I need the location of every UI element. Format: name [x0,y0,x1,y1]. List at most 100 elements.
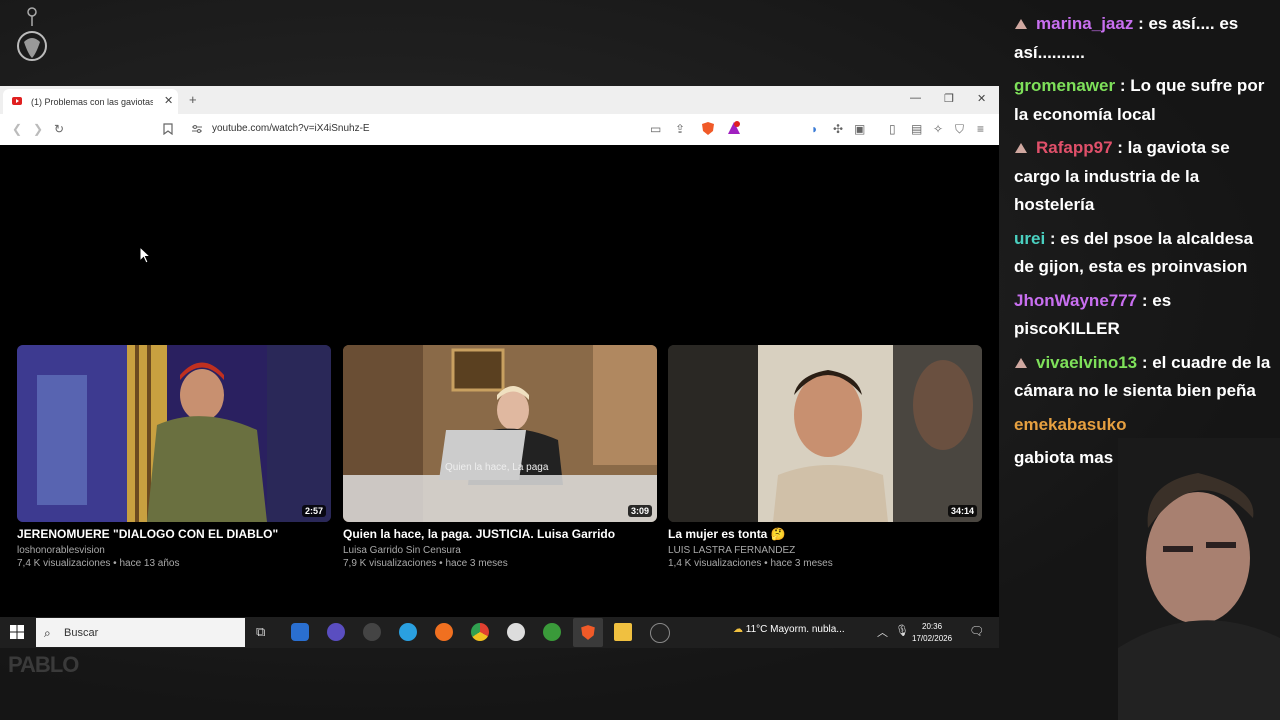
telegram-icon[interactable] [399,623,417,641]
cast-icon[interactable]: ▭ [650,122,661,136]
chat-app-icon[interactable] [327,623,345,641]
chat-message: gromenawer : Lo que sufre por la economí… [1014,72,1276,129]
tab-active[interactable]: (1) Problemas con las gaviotas - ✕ [3,89,178,114]
media-player-icon[interactable] [507,623,525,641]
chat-message: marina_jaaz : es así.... es así.........… [1014,10,1276,67]
brave-icon [581,625,595,640]
leo-ai-icon[interactable]: ✧ [933,122,943,136]
clock-date: 17/02/2026 [912,634,953,643]
chat-username[interactable]: Rafapp97 [1036,138,1113,157]
chat-message: emekabasuko [1014,411,1276,440]
thumbnail-image [668,345,982,522]
site-settings-icon[interactable] [191,124,203,134]
chrome-icon[interactable] [471,623,489,641]
restore-icon[interactable]: ❐ [944,92,954,105]
video-title[interactable]: La mujer es tonta 🤔 [668,527,982,541]
video-title[interactable]: Quien la hace, la paga. JUSTICIA. Luisa … [343,527,657,541]
chat-message: urei : es del psoe la alcaldesa de gijon… [1014,225,1276,282]
video-card[interactable]: 34:14 La mujer es tonta 🤔 LUIS LASTRA FE… [668,345,982,569]
video-title[interactable]: JERENOMUERE "DIALOGO CON EL DIABLO" [17,527,331,541]
firefox-icon[interactable] [435,623,453,641]
minimize-icon[interactable]: — [910,92,921,104]
weather-text: 11°C Mayorm. nubla... [745,624,845,635]
video-meta: 1,4 K visualizaciones • hace 3 meses [668,558,833,569]
channel-name[interactable]: loshonorablesvision [17,545,331,556]
notifications-icon[interactable]: 🗨 [969,624,984,638]
video-thumbnail[interactable]: Quien la hace, La paga 3:09 [343,345,657,522]
extensions-icon[interactable]: ✣ [833,122,843,136]
weather-cloud-icon: ☁ [733,624,743,635]
chat-username[interactable]: vivaelvino13 [1036,353,1137,372]
screenshot-icon[interactable]: ▣ [854,122,865,136]
video-card[interactable]: Quien la hace, La paga 3:09 Quien la hac… [343,345,657,569]
browser-toolbar: ❮ ❯ ↻ youtube.com/watch?v=iX4iSnuhz-E ▭ … [0,114,999,146]
taskbar-clock[interactable]: 20:36 17/02/2026 [912,621,952,645]
video-meta: 7,4 K visualizaciones • hace 13 años [17,558,180,569]
mouse-cursor-icon [139,246,151,264]
xbox-icon[interactable] [543,623,561,641]
duration-badge: 3:09 [627,505,652,517]
windows-start-icon[interactable] [10,625,24,639]
wallet-icon[interactable]: ▤ [911,122,922,136]
webcam-feed [1118,438,1280,720]
channel-name[interactable]: Luisa Garrido Sin Censura [343,545,657,556]
sidebar-icon[interactable]: ▯ [889,122,896,136]
video-card[interactable]: 2:57 JERENOMUERE "DIALOGO CON EL DIABLO"… [17,345,331,569]
search-icon: ⌕ [44,626,51,640]
clock-time: 20:36 [922,622,943,631]
forward-icon[interactable]: ❯ [33,122,43,136]
user-badge-icon [1015,143,1027,153]
windows-taskbar: ⌕ Buscar ⧉ ☁ 11°C Mayorm. nubla... ︿ 🎙 2… [0,617,999,648]
tab-bar: (1) Problemas con las gaviotas - ✕ + — ❐… [0,86,999,114]
audio-icon[interactable]: ◗ [811,122,818,136]
stream-overlay: (1) Problemas con las gaviotas - ✕ + — ❐… [0,0,1280,720]
chat-message: JhonWayne777 : es piscoKILLER [1014,287,1276,344]
tab-close-icon[interactable]: ✕ [164,94,173,107]
duration-badge: 34:14 [947,505,977,517]
video-thumbnail[interactable]: 2:57 [17,345,331,522]
brave-shields-icon[interactable] [701,121,715,136]
search-placeholder: Buscar [64,627,99,639]
duration-badge: 2:57 [301,505,326,517]
user-badge-icon [1015,19,1027,29]
chat-message: vivaelvino13 : el cuadre de la cámara no… [1014,349,1276,406]
thumbnail-image [17,345,331,522]
stream-logo-icon [17,7,47,61]
user-badge-icon [1015,357,1027,368]
share-icon[interactable]: ⇪ [675,122,685,136]
vpn-icon[interactable]: ⛉ [955,122,964,137]
chat-username[interactable]: JhonWayne777 [1014,291,1137,310]
youtube-icon [12,97,22,105]
obs-icon[interactable] [650,623,670,643]
brave-rewards-icon[interactable] [727,121,741,135]
address-bar[interactable]: youtube.com/watch?v=iX4iSnuhz-E [212,123,370,134]
back-icon[interactable]: ❮ [12,122,22,136]
chat-username[interactable]: gromenawer [1014,76,1115,95]
chat-text: : es del psoe la alcaldesa de gijon, est… [1014,228,1254,277]
settings-app-icon[interactable] [363,623,381,641]
window-close-icon[interactable]: ✕ [977,92,986,105]
youtube-page: 2:57 JERENOMUERE "DIALOGO CON EL DIABLO"… [0,145,999,617]
reload-icon[interactable]: ↻ [54,122,64,136]
task-view-icon[interactable]: ⧉ [256,624,265,640]
bookmark-icon[interactable] [163,123,173,135]
brave-taskbar-button[interactable] [573,618,603,647]
stream-chat: marina_jaaz : es así.... es así.........… [1014,10,1276,478]
file-explorer-icon[interactable] [614,623,632,641]
thumbnail-caption: Quien la hace, La paga [445,462,549,473]
browser-window: (1) Problemas con las gaviotas - ✕ + — ❐… [0,86,999,617]
new-tab-button[interactable]: + [189,92,197,107]
taskbar-search[interactable]: ⌕ Buscar [36,618,245,647]
chat-username[interactable]: marina_jaaz [1036,14,1133,33]
menu-icon[interactable]: ≡ [977,122,984,136]
chat-username[interactable]: urei [1014,229,1045,248]
store-icon[interactable] [291,623,309,641]
chevron-up-icon[interactable]: ︿ [877,624,888,640]
thumbnail-image [343,345,657,522]
chat-message: Rafapp97 : la gaviota se cargo la indust… [1014,134,1276,220]
weather-widget[interactable]: ☁ 11°C Mayorm. nubla... [733,624,845,635]
video-thumbnail[interactable]: 34:14 [668,345,982,522]
microphone-icon[interactable]: 🎙 [895,624,909,637]
chat-username[interactable]: emekabasuko [1014,415,1126,434]
channel-name[interactable]: LUIS LASTRA FERNANDEZ [668,545,982,556]
